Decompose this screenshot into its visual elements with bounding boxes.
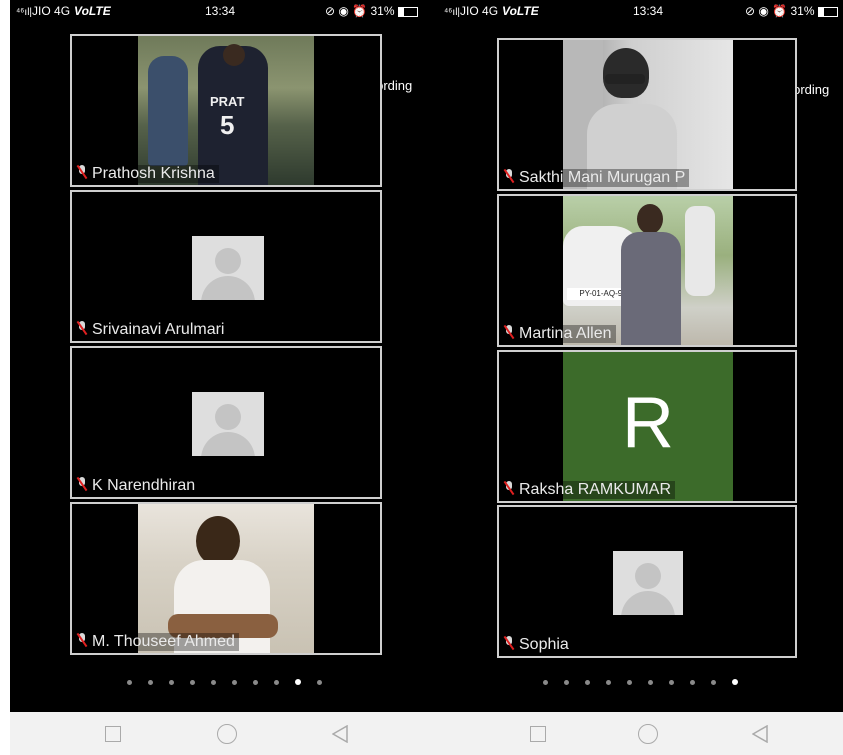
android-navigation-bar [10,712,843,755]
clock: 13:34 [633,4,664,18]
participant-video [563,40,733,189]
participant-tile[interactable]: PRAT 5 Prathosh Krishna [70,34,382,187]
participant-name: Sakthi Mani Murugan P [503,168,690,187]
jersey-text: PRAT [210,94,245,109]
participant-tile[interactable]: PY-01-AQ-92 Martina Allen [497,194,797,347]
signal-icon: ⁴⁶ıl| [16,7,33,18]
participant-tile[interactable]: R Raksha RAMKUMAR [497,350,797,503]
circle-icon[interactable] [217,724,237,744]
jersey-number: 5 [220,110,235,140]
carrier-label: JIO 4G [32,4,71,18]
mic-muted-icon [503,168,515,184]
participant-name: K Narendhiran [76,476,200,495]
back-triangle-icon[interactable] [332,725,348,743]
participant-video: PRAT 5 [138,36,314,185]
participant-name: M. Thouseef Ahmed [76,632,239,651]
participant-tile[interactable]: K Narendhiran [70,346,382,499]
mic-muted-icon [503,324,515,340]
clock: 13:34 [205,4,236,18]
battery-percent: 31% [790,4,815,18]
battery-percent: 31% [370,4,395,18]
default-avatar-icon [613,551,683,615]
mic-muted-icon [76,320,88,336]
participant-video [138,504,314,653]
square-icon[interactable] [105,726,121,742]
status-icons: ⊘ ◉ ⏰ [325,4,371,18]
participant-tile[interactable]: Srivainavi Arulmari [70,190,382,343]
square-icon[interactable] [530,726,546,742]
default-avatar-icon [192,236,264,300]
mic-muted-icon [503,480,515,496]
participant-initial: R [622,383,674,463]
left-phone-screen: ⁴⁶ıl|JIO 4G VoLTE 13:34 ⊘ ◉ ⏰ 31% Recordi… [10,0,438,712]
circle-icon[interactable] [638,724,658,744]
status-icons: ⊘ ◉ ⏰ [745,4,791,18]
right-phone-screen: ⁴⁶ıl|JIO 4G VoLTE 13:34 ⊘ ◉ ⏰ 31% Recordi… [438,0,843,712]
mic-muted-icon [76,476,88,492]
participant-name: Prathosh Krishna [76,164,219,183]
participant-video: PY-01-AQ-92 [563,196,733,345]
back-triangle-icon[interactable] [752,725,768,743]
battery-icon [817,6,838,17]
participant-name: Raksha RAMKUMAR [503,480,676,499]
carrier-label: JIO 4G [460,4,499,18]
participant-name: Martina Allen [503,324,616,343]
participant-tile[interactable]: Sophia [497,505,797,658]
volte-label: VoLTE [74,4,111,18]
mic-muted-icon [503,635,515,651]
default-avatar-icon [192,392,264,456]
status-bar: ⁴⁶ıl|JIO 4G VoLTE 13:34 ⊘ ◉ ⏰ 31% [438,0,843,22]
participant-name: Srivainavi Arulmari [76,320,229,339]
mic-muted-icon [76,164,88,180]
participant-tile[interactable]: Sakthi Mani Murugan P [497,38,797,191]
battery-icon [397,6,418,17]
participant-tile[interactable]: M. Thouseef Ahmed [70,502,382,655]
volte-label: VoLTE [502,4,539,18]
status-bar: ⁴⁶ıl|JIO 4G VoLTE 13:34 ⊘ ◉ ⏰ 31% [10,0,438,22]
participant-initial-avatar: R [563,352,733,501]
participant-name: Sophia [503,635,573,654]
mic-muted-icon [76,632,88,648]
page-indicator[interactable] [10,679,438,685]
page-indicator[interactable] [438,679,843,685]
signal-icon: ⁴⁶ıl| [444,7,461,18]
